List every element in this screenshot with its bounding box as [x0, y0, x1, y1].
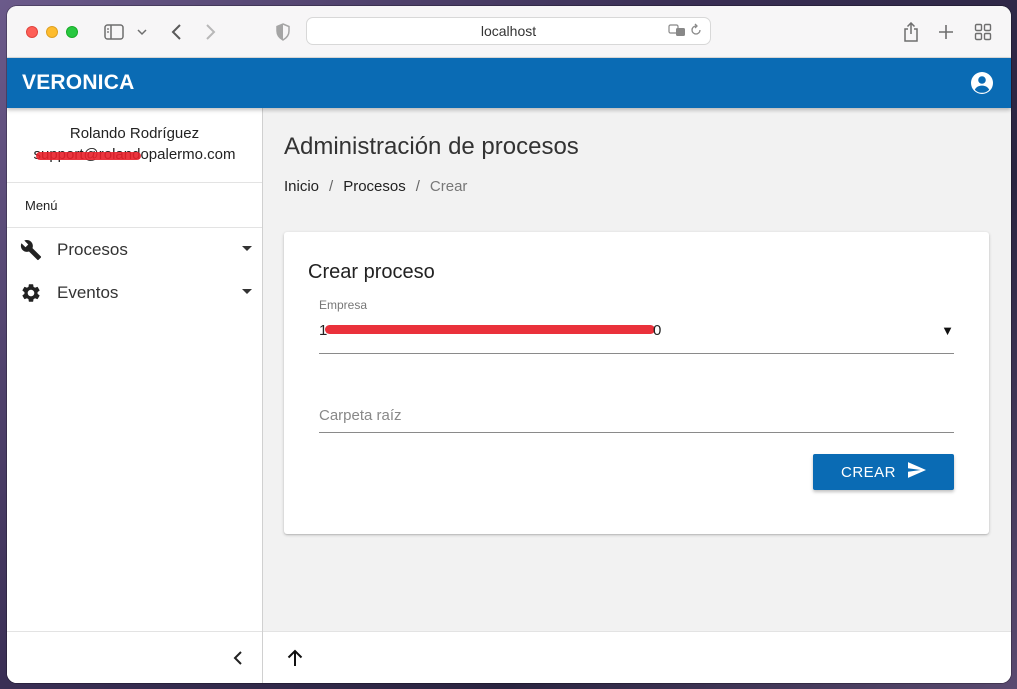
url-text: localhost — [480, 23, 537, 39]
caret-down-icon — [242, 289, 252, 294]
empresa-underline — [319, 353, 954, 354]
main-footer — [263, 631, 1011, 683]
chevron-down-icon[interactable] — [135, 19, 149, 45]
sidebar-item-procesos[interactable]: Procesos — [7, 228, 262, 271]
carpeta-raiz-input[interactable] — [319, 400, 954, 430]
share-icon[interactable] — [900, 19, 922, 45]
new-tab-icon[interactable] — [935, 19, 957, 45]
minimize-window-button[interactable] — [46, 26, 58, 38]
app-header: VERONICA — [7, 58, 1011, 108]
tab-overview-icon[interactable] — [972, 19, 994, 45]
main-content: Administración de procesos Inicio / Proc… — [263, 108, 1011, 683]
sidebar-item-label: Procesos — [57, 239, 128, 259]
translate-icon[interactable] — [668, 23, 686, 40]
breadcrumb-procesos[interactable]: Procesos — [343, 178, 406, 195]
browser-toolbar: localhost — [7, 6, 1011, 58]
redaction-mark — [325, 325, 655, 334]
send-icon — [908, 462, 926, 482]
redaction-mark — [35, 152, 141, 160]
account-circle-icon[interactable] — [970, 71, 994, 95]
create-process-card: Crear proceso Empresa 1 0 ▼ CREAR — [284, 232, 989, 534]
user-name: Rolando Rodríguez — [69, 125, 200, 142]
menu-label: Menú — [7, 183, 262, 228]
card-title: Crear proceso — [308, 261, 435, 283]
crear-button-label: CREAR — [840, 463, 896, 481]
breadcrumb: Inicio / Procesos / Crear — [284, 178, 467, 195]
shield-icon[interactable] — [272, 19, 294, 45]
zoom-window-button[interactable] — [66, 26, 78, 38]
sidebar: Rolando Rodríguez support@rolandopalermo… — [7, 108, 263, 683]
sidebar-footer — [7, 631, 262, 683]
empresa-value-suffix: 0 — [653, 322, 662, 339]
empresa-label: Empresa — [319, 298, 368, 312]
carpeta-underline — [319, 432, 954, 433]
close-window-button[interactable] — [26, 26, 38, 38]
breadcrumb-separator: / — [415, 178, 420, 195]
breadcrumb-separator: / — [329, 178, 334, 195]
arrow-up-icon[interactable] — [285, 648, 305, 668]
user-info: Rolando Rodríguez support@rolandopalermo… — [7, 108, 262, 183]
collapse-sidebar-icon[interactable] — [230, 648, 246, 668]
sidebar-item-eventos[interactable]: Eventos — [7, 271, 262, 314]
empresa-select[interactable]: 1 0 ▼ — [319, 322, 954, 346]
browser-window: localhost VERONICA Rolando Rodríguez Men… — [7, 6, 1011, 683]
wrench-icon — [20, 239, 42, 261]
page-title: Administración de procesos — [284, 133, 579, 160]
breadcrumb-crear: Crear — [429, 178, 468, 195]
reload-icon[interactable] — [690, 23, 702, 40]
address-bar[interactable]: localhost — [306, 17, 711, 45]
caret-down-icon — [242, 246, 252, 251]
back-arrow-icon[interactable] — [165, 19, 187, 45]
sidebar-toggle-icon[interactable] — [103, 19, 125, 45]
forward-arrow-icon[interactable] — [200, 19, 222, 45]
sidebar-item-label: Eventos — [57, 282, 119, 302]
crear-button[interactable]: CREAR — [813, 454, 954, 490]
app-brand[interactable]: VERONICA — [22, 71, 134, 95]
breadcrumb-inicio[interactable]: Inicio — [284, 178, 319, 195]
dropdown-arrow-icon: ▼ — [941, 323, 954, 338]
gear-icon — [20, 282, 42, 304]
